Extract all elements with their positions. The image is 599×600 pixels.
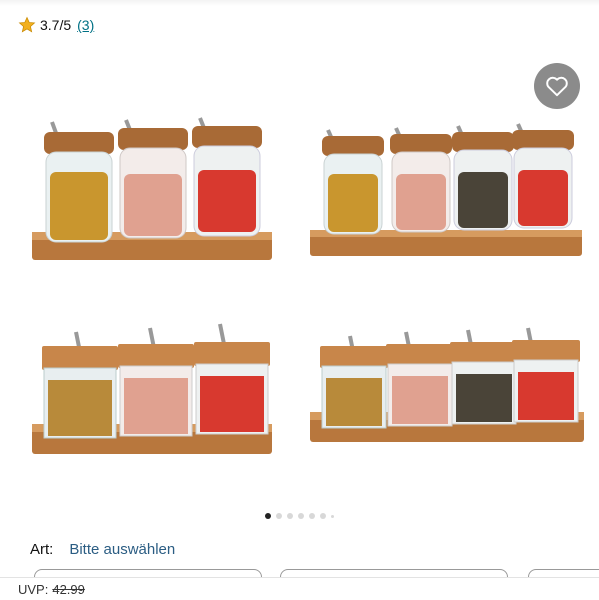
pagination-dot[interactable] (331, 514, 334, 518)
product-image-2[interactable] (300, 82, 592, 312)
pagination-dot[interactable] (309, 513, 315, 519)
price-footer: UVP: 42.99 (0, 577, 599, 600)
favorite-button[interactable] (534, 63, 580, 109)
variant-selector-row: Art: Bitte auswählen (30, 541, 175, 558)
pagination-dot[interactable] (265, 513, 271, 519)
variant-label: Art: (30, 541, 54, 558)
pagination-dot[interactable] (298, 513, 304, 519)
gallery-pagination-dots (0, 512, 599, 520)
product-image-1[interactable] (14, 82, 306, 312)
rating-count-link[interactable]: (3) (77, 17, 94, 33)
heart-icon (546, 76, 568, 97)
top-edge (0, 0, 599, 6)
product-image-gallery[interactable] (0, 42, 599, 512)
product-image-3[interactable] (14, 304, 306, 534)
pagination-dot[interactable] (287, 513, 293, 519)
rating-score: 3.7/5 (40, 17, 72, 33)
star-icon (18, 16, 36, 33)
uvp-label: UVP: (18, 581, 49, 597)
pagination-dot[interactable] (320, 513, 326, 519)
product-image-4[interactable] (300, 304, 592, 534)
variant-value[interactable]: Bitte auswählen (69, 541, 175, 558)
pagination-dot[interactable] (276, 513, 282, 519)
rating-row[interactable]: 3.7/5 (3) (18, 14, 94, 36)
uvp-price: 42.99 (52, 581, 85, 597)
